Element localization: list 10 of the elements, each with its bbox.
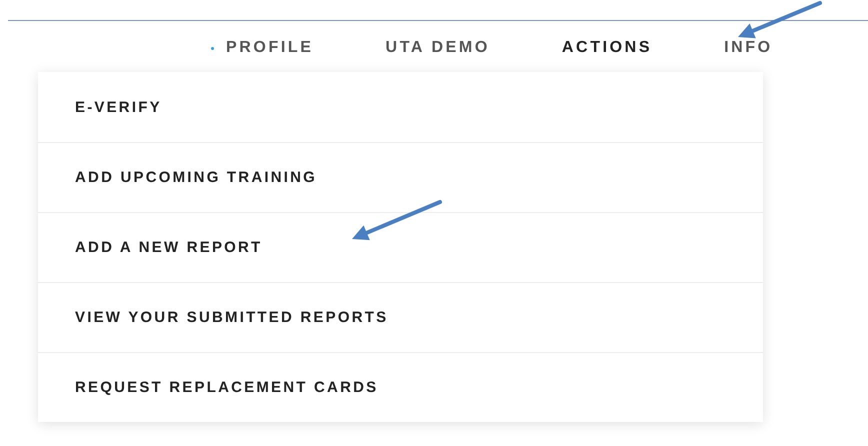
menu-item[interactable]: E-VERIFY — [75, 98, 162, 116]
bullet-icon — [211, 46, 214, 50]
menu-item[interactable]: REQUEST REPLACEMENT CARDS — [75, 379, 378, 396]
menu-item[interactable]: ADD A NEW REPORT — [75, 239, 262, 256]
nav-link[interactable]: UTA DEMO — [386, 39, 490, 57]
nav-link[interactable]: PROFILE — [226, 39, 314, 57]
menu-item[interactable]: VIEW YOUR SUBMITTED REPORTS — [75, 309, 388, 326]
nav-link[interactable]: ACTIONS — [562, 39, 652, 57]
menu-item[interactable]: ADD UPCOMING TRAINING — [75, 169, 318, 186]
nav-link[interactable]: INFO — [724, 39, 773, 57]
